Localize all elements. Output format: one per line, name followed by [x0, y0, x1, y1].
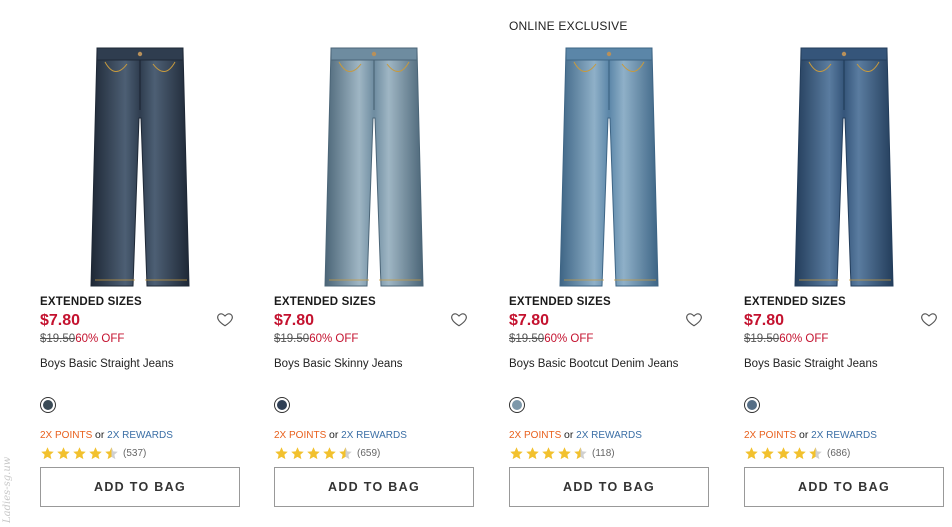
add-to-bag-button[interactable]: ADD TO BAG — [40, 467, 240, 507]
product-card: ONLINE EXCLUSIVE EXTENDED SIZES $7.80 $1… — [469, 0, 709, 527]
product-image[interactable] — [744, 40, 944, 292]
discount-label: 60% OFF — [75, 333, 125, 345]
product-name[interactable]: Boys Basic Bootcut Denim Jeans — [509, 358, 678, 370]
original-price: $19.50 — [509, 333, 545, 345]
review-count[interactable]: (537) — [123, 448, 146, 459]
rewards-line: 2X POINTS or 2X REWARDS — [744, 429, 877, 441]
color-swatch[interactable] — [274, 397, 290, 413]
discount-label: 60% OFF — [779, 333, 829, 345]
color-swatch[interactable] — [40, 397, 56, 413]
sale-price: $7.80 — [274, 312, 315, 329]
rewards-or: or — [564, 429, 574, 441]
sale-price: $7.80 — [40, 312, 81, 329]
extended-sizes-tag: EXTENDED SIZES — [744, 296, 846, 308]
rewards-label: 2X REWARDS — [576, 430, 642, 441]
rewards-or: or — [799, 429, 809, 441]
star-icon — [761, 446, 774, 459]
star-icon — [526, 446, 539, 459]
star-rating[interactable]: (537) — [40, 445, 146, 461]
star-icon — [307, 446, 320, 459]
star-icon — [291, 446, 304, 459]
product-card: EXTENDED SIZES $7.80 $19.5060% OFF Boys … — [0, 0, 240, 527]
rewards-label: 2X REWARDS — [107, 430, 173, 441]
original-price: $19.50 — [274, 333, 310, 345]
product-card: EXTENDED SIZES $7.80 $19.5060% OFF Boys … — [704, 0, 944, 527]
points-label: 2X POINTS — [274, 430, 327, 441]
product-image[interactable] — [509, 40, 709, 292]
rewards-label: 2X REWARDS — [811, 430, 877, 441]
review-count[interactable]: (686) — [827, 448, 850, 459]
review-count[interactable]: (118) — [592, 448, 615, 459]
star-icon — [558, 446, 571, 459]
heart-icon[interactable] — [685, 310, 703, 328]
star-icon — [323, 446, 336, 459]
rewards-or: or — [329, 429, 339, 441]
star-icon — [809, 446, 822, 459]
sale-price: $7.80 — [744, 312, 785, 329]
original-price: $19.50 — [40, 333, 76, 345]
star-rating[interactable]: (659) — [274, 445, 380, 461]
star-icon — [57, 446, 70, 459]
star-icon — [275, 446, 288, 459]
watermark: Ladies-sg.uw — [2, 456, 13, 523]
star-icon — [339, 446, 352, 459]
star-icon — [105, 446, 118, 459]
extended-sizes-tag: EXTENDED SIZES — [509, 296, 611, 308]
extended-sizes-tag: EXTENDED SIZES — [274, 296, 376, 308]
price-details: $19.5060% OFF — [40, 333, 124, 345]
star-icon — [542, 446, 555, 459]
price-details: $19.5060% OFF — [509, 333, 593, 345]
points-label: 2X POINTS — [744, 430, 797, 441]
discount-label: 60% OFF — [544, 333, 594, 345]
heart-icon[interactable] — [216, 310, 234, 328]
product-name[interactable]: Boys Basic Straight Jeans — [40, 358, 174, 370]
sale-price: $7.80 — [509, 312, 550, 329]
heart-icon[interactable] — [920, 310, 938, 328]
star-rating[interactable]: (686) — [744, 445, 850, 461]
rewards-label: 2X REWARDS — [341, 430, 407, 441]
price-details: $19.5060% OFF — [274, 333, 358, 345]
product-grid: EXTENDED SIZES $7.80 $19.5060% OFF Boys … — [0, 0, 952, 527]
star-icon — [574, 446, 587, 459]
add-to-bag-button[interactable]: ADD TO BAG — [509, 467, 709, 507]
add-to-bag-button[interactable]: ADD TO BAG — [744, 467, 944, 507]
color-swatch[interactable] — [744, 397, 760, 413]
product-card: EXTENDED SIZES $7.80 $19.5060% OFF Boys … — [234, 0, 474, 527]
star-rating[interactable]: (118) — [509, 445, 615, 461]
rewards-line: 2X POINTS or 2X REWARDS — [274, 429, 407, 441]
product-name[interactable]: Boys Basic Straight Jeans — [744, 358, 878, 370]
add-to-bag-button[interactable]: ADD TO BAG — [274, 467, 474, 507]
price-details: $19.5060% OFF — [744, 333, 828, 345]
extended-sizes-tag: EXTENDED SIZES — [40, 296, 142, 308]
rewards-line: 2X POINTS or 2X REWARDS — [509, 429, 642, 441]
original-price: $19.50 — [744, 333, 780, 345]
color-swatch[interactable] — [509, 397, 525, 413]
rewards-line: 2X POINTS or 2X REWARDS — [40, 429, 173, 441]
product-image[interactable] — [40, 40, 240, 292]
star-icon — [777, 446, 790, 459]
star-icon — [41, 446, 54, 459]
star-icon — [89, 446, 102, 459]
star-icon — [73, 446, 86, 459]
points-label: 2X POINTS — [40, 430, 93, 441]
star-icon — [510, 446, 523, 459]
review-count[interactable]: (659) — [357, 448, 380, 459]
online-exclusive-badge: ONLINE EXCLUSIVE — [509, 19, 628, 33]
points-label: 2X POINTS — [509, 430, 562, 441]
heart-icon[interactable] — [450, 310, 468, 328]
discount-label: 60% OFF — [309, 333, 359, 345]
star-icon — [793, 446, 806, 459]
rewards-or: or — [95, 429, 105, 441]
star-icon — [745, 446, 758, 459]
product-name[interactable]: Boys Basic Skinny Jeans — [274, 358, 402, 370]
product-image[interactable] — [274, 40, 474, 292]
